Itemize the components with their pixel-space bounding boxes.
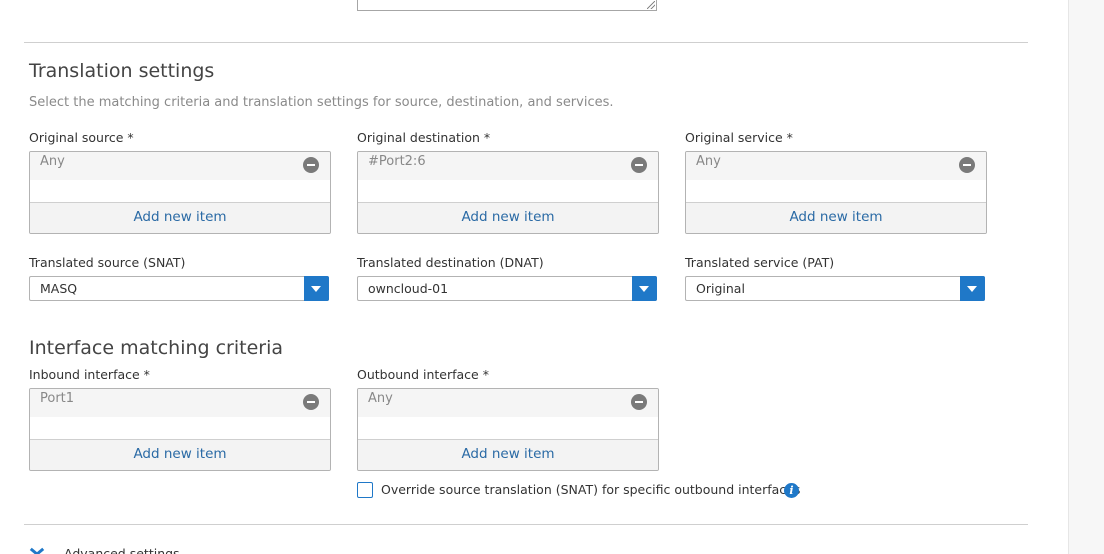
translated-destination-select[interactable]: owncloud-01 xyxy=(357,276,657,301)
list-item-text: Any xyxy=(368,391,393,406)
original-source-label: Original source * xyxy=(29,130,134,145)
inbound-interface-list: Port1 Add new item xyxy=(29,388,331,471)
translated-service-select[interactable]: Original xyxy=(685,276,985,301)
add-original-destination-button[interactable]: Add new item xyxy=(358,202,658,233)
advanced-settings-toggle[interactable]: Advanced settings xyxy=(64,546,180,554)
description-textarea[interactable] xyxy=(357,0,657,11)
add-outbound-interface-button[interactable]: Add new item xyxy=(358,439,658,470)
translated-service-label: Translated service (PAT) xyxy=(685,255,835,270)
list-item: Any xyxy=(686,152,986,180)
select-value: owncloud-01 xyxy=(368,281,449,296)
original-destination-label: Original destination * xyxy=(357,130,491,145)
list-item-text: Any xyxy=(40,154,65,169)
list-item: #Port2:6 xyxy=(358,152,658,180)
inbound-interface-label: Inbound interface * xyxy=(29,367,150,382)
minus-circle-icon[interactable] xyxy=(303,394,319,410)
caret-down-icon[interactable] xyxy=(960,276,985,301)
translated-source-label: Translated source (SNAT) xyxy=(29,255,186,270)
minus-circle-icon[interactable] xyxy=(959,157,975,173)
chevron-down-icon[interactable] xyxy=(30,548,42,554)
firewall-rule-form: Translation settings Select the matching… xyxy=(0,0,1104,554)
original-service-list: Any Add new item xyxy=(685,151,987,234)
info-icon[interactable]: i xyxy=(784,483,799,498)
list-item: Any xyxy=(358,389,658,417)
original-destination-list: #Port2:6 Add new item xyxy=(357,151,659,234)
override-snat-checkbox[interactable] xyxy=(357,482,373,498)
original-source-list: Any Add new item xyxy=(29,151,331,234)
section-divider xyxy=(24,524,1028,525)
add-original-source-button[interactable]: Add new item xyxy=(30,202,330,233)
add-inbound-interface-button[interactable]: Add new item xyxy=(30,439,330,470)
section-divider xyxy=(24,42,1028,43)
add-original-service-button[interactable]: Add new item xyxy=(686,202,986,233)
minus-circle-icon[interactable] xyxy=(631,394,647,410)
caret-down-icon[interactable] xyxy=(632,276,657,301)
select-value: Original xyxy=(696,281,745,296)
list-item-text: Any xyxy=(696,154,721,169)
minus-circle-icon[interactable] xyxy=(631,157,647,173)
list-item-text: #Port2:6 xyxy=(368,154,426,169)
interface-matching-title: Interface matching criteria xyxy=(29,337,284,359)
minus-circle-icon[interactable] xyxy=(303,157,319,173)
outbound-interface-label: Outbound interface * xyxy=(357,367,489,382)
resize-grip-icon[interactable] xyxy=(647,1,655,9)
caret-down-icon[interactable] xyxy=(304,276,329,301)
translated-source-select[interactable]: MASQ xyxy=(29,276,329,301)
original-service-label: Original service * xyxy=(685,130,793,145)
list-item: Any xyxy=(30,152,330,180)
translated-destination-label: Translated destination (DNAT) xyxy=(357,255,544,270)
select-value: MASQ xyxy=(40,281,78,296)
outbound-interface-list: Any Add new item xyxy=(357,388,659,471)
list-item-text: Port1 xyxy=(40,391,75,406)
list-item: Port1 xyxy=(30,389,330,417)
scrollbar-rail[interactable] xyxy=(1068,0,1104,554)
translation-settings-title: Translation settings xyxy=(29,60,215,82)
translation-settings-description: Select the matching criteria and transla… xyxy=(29,95,614,110)
override-snat-label: Override source translation (SNAT) for s… xyxy=(381,482,801,497)
